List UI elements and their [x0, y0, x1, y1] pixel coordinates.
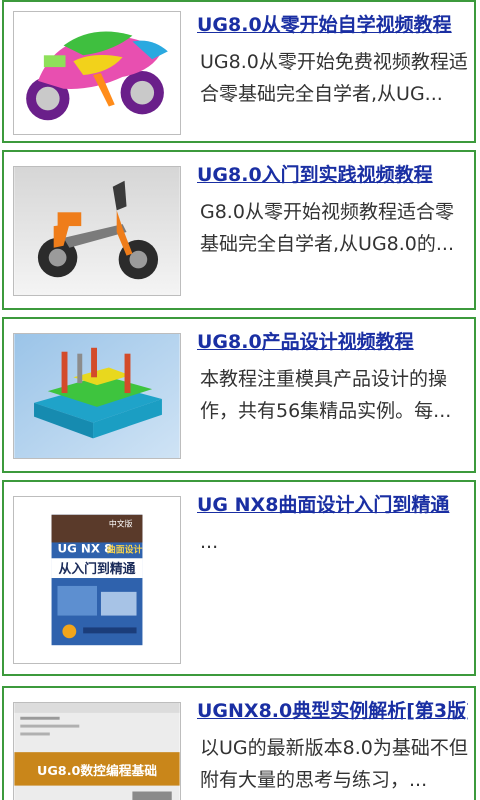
item-description: UG8.0从零开始免费视频教程适合零基础完全自学者,从UG...: [200, 51, 468, 105]
item-title[interactable]: UG8.0入门到实践视频教程: [197, 162, 468, 188]
book-cover-image[interactable]: 中文版 UG NX 8 曲面设计 从入门到精通: [13, 496, 181, 664]
book-edition-text: 中文版: [109, 519, 133, 529]
item-title[interactable]: UGNX8.0典型实例解析[第3版]: [197, 698, 468, 724]
book-subtitle-text: 曲面设计: [107, 543, 143, 555]
list-item[interactable]: UG8.0产品设计视频教程 本教程注重模具产品设计的操作，共有56集精品实例。每…: [2, 317, 476, 473]
item-description: G8.0从零开始视频教程适合零基础完全自学者,从UG8.0的...: [200, 201, 455, 255]
course-list: UG8.0从零开始自学视频教程 UG8.0从零开始免费视频教程适合零基础完全自学…: [0, 0, 480, 800]
scooter-model-image[interactable]: [13, 166, 181, 296]
item-description: 以UG的最新版本8.0为基础不但附有大量的思考与练习，...: [200, 737, 468, 791]
banner-text: UG8.0数控编程基础: [37, 763, 157, 779]
list-item[interactable]: UG8.0数控编程基础 UGNX8.0典型实例解析[第3版] 以UG的最新版本8…: [2, 686, 476, 800]
item-title[interactable]: UG NX8曲面设计入门到精通: [197, 492, 468, 518]
list-item[interactable]: UG8.0从零开始自学视频教程 UG8.0从零开始免费视频教程适合零基础完全自学…: [2, 0, 476, 143]
cnc-programming-banner-image[interactable]: UG8.0数控编程基础: [13, 702, 181, 800]
mold-assembly-image[interactable]: [13, 333, 181, 459]
book-brand-text: UG NX 8: [57, 541, 112, 555]
list-item[interactable]: 中文版 UG NX 8 曲面设计 从入门到精通 UG NX8曲面设计入门到精通 …: [2, 480, 476, 676]
book-headline-text: 从入门到精通: [59, 561, 136, 577]
item-title[interactable]: UG8.0从零开始自学视频教程: [197, 12, 468, 38]
motorcycle-model-image[interactable]: [13, 11, 181, 135]
list-item[interactable]: UG8.0入门到实践视频教程 G8.0从零开始视频教程适合零基础完全自学者,从U…: [2, 150, 476, 310]
item-title[interactable]: UG8.0产品设计视频教程: [197, 329, 468, 355]
item-description: 本教程注重模具产品设计的操作，共有56集精品实例。每...: [200, 368, 452, 422]
item-description: ...: [200, 531, 219, 553]
